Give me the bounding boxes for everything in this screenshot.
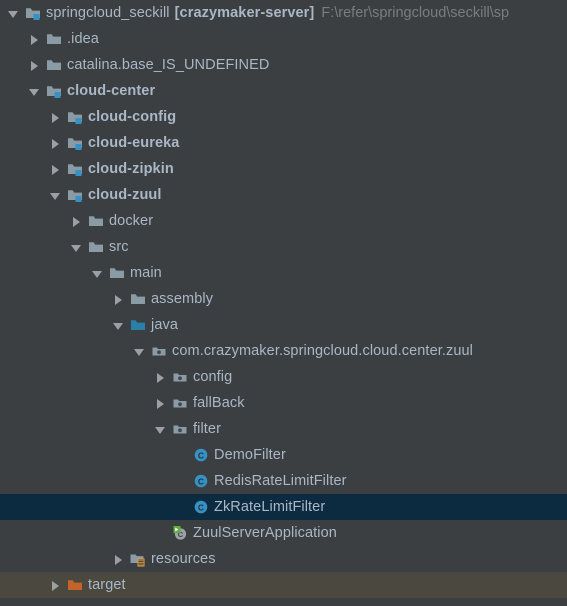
folder-icon [88, 213, 104, 229]
tree-row-label: RedisRateLimitFilter [214, 473, 347, 489]
module-folder-icon [67, 187, 83, 203]
tree-row[interactable]: C DemoFilter [0, 442, 567, 468]
tree-row[interactable]: cloud-eureka [0, 130, 567, 156]
tree-row-label: main [130, 265, 162, 281]
folder-icon [46, 57, 62, 73]
tree-row-label: filter [193, 421, 221, 437]
chevron-right-icon[interactable] [49, 163, 62, 176]
module-folder-icon [67, 135, 83, 151]
tree-row-label: cloud-config [88, 109, 177, 125]
module-folder-icon [46, 83, 62, 99]
tree-row-label: config [193, 369, 233, 385]
chevron-right-icon[interactable] [154, 371, 167, 384]
package-icon [151, 343, 167, 359]
folder-icon [88, 239, 104, 255]
chevron-down-icon[interactable] [70, 241, 83, 254]
chevron-down-icon[interactable] [133, 345, 146, 358]
package-icon [172, 395, 188, 411]
runnable-class-icon: C [172, 525, 188, 541]
tree-row-label: .idea [67, 31, 99, 47]
tree-row-label: java [151, 317, 178, 333]
chevron-right-icon[interactable] [154, 397, 167, 410]
chevron-right-icon[interactable] [70, 215, 83, 228]
folder-icon [109, 265, 125, 281]
tree-row-label: assembly [151, 291, 214, 307]
chevron-right-icon[interactable] [49, 111, 62, 124]
no-arrow-spacer [175, 449, 188, 462]
tree-row[interactable]: cloud-zipkin [0, 156, 567, 182]
tree-row-label: cloud-center [67, 83, 156, 99]
tree-row-label: cloud-eureka [88, 135, 180, 151]
tree-row-label: docker [109, 213, 154, 229]
tree-row[interactable]: com.crazymaker.springcloud.cloud.center.… [0, 338, 567, 364]
project-tree-panel[interactable]: springcloud_seckill [crazymaker-server] F:… [0, 0, 567, 606]
tree-row[interactable]: java [0, 312, 567, 338]
tree-row[interactable]: config [0, 364, 567, 390]
chevron-right-icon[interactable] [28, 33, 41, 46]
tree-row-label: DemoFilter [214, 447, 286, 463]
chevron-right-icon[interactable] [112, 553, 125, 566]
chevron-down-icon[interactable] [7, 7, 20, 20]
tree-row-label: catalina.base_IS_UNDEFINED [67, 57, 270, 73]
tree-row[interactable]: filter [0, 416, 567, 442]
svg-text:C: C [198, 502, 204, 512]
tree-row-label: com.crazymaker.springcloud.cloud.center.… [172, 343, 473, 359]
tree-row-label: cloud-zuul [88, 187, 162, 203]
svg-text:C: C [198, 476, 204, 486]
tree-row[interactable]: src [0, 234, 567, 260]
tree-row[interactable]: C ZkRateLimitFilter [0, 494, 567, 520]
tree-row[interactable]: catalina.base_IS_UNDEFINED [0, 52, 567, 78]
tree-row[interactable]: assembly [0, 286, 567, 312]
tree-row-label: springcloud_seckill [46, 5, 170, 21]
chevron-right-icon[interactable] [49, 137, 62, 150]
tree-row[interactable]: cloud-center [0, 78, 567, 104]
tree-row[interactable]: cloud-config [0, 104, 567, 130]
tree-row-label: resources [151, 551, 216, 567]
no-arrow-spacer [175, 475, 188, 488]
module-folder-icon [25, 5, 41, 21]
tree-row[interactable]: fallBack [0, 390, 567, 416]
chevron-right-icon[interactable] [112, 293, 125, 306]
chevron-down-icon[interactable] [28, 85, 41, 98]
chevron-right-icon[interactable] [28, 59, 41, 72]
source-root-folder-icon [130, 317, 146, 333]
package-icon [172, 369, 188, 385]
module-folder-icon [67, 161, 83, 177]
svg-text:C: C [198, 450, 204, 460]
chevron-right-icon[interactable] [49, 579, 62, 592]
project-module-tag: [crazymaker-server] [174, 5, 315, 21]
tree-row-label: fallBack [193, 395, 245, 411]
java-class-icon: C [193, 447, 209, 463]
tree-row[interactable]: cloud-zuul [0, 182, 567, 208]
tree-row-label: ZuulServerApplication [193, 525, 337, 541]
resources-folder-icon [130, 551, 146, 567]
chevron-down-icon[interactable] [91, 267, 104, 280]
chevron-down-icon[interactable] [112, 319, 125, 332]
java-class-icon: C [193, 473, 209, 489]
folder-icon [130, 291, 146, 307]
chevron-down-icon[interactable] [154, 423, 167, 436]
tree-row[interactable]: C RedisRateLimitFilter [0, 468, 567, 494]
tree-row[interactable]: docker [0, 208, 567, 234]
tree-row-label: cloud-zipkin [88, 161, 174, 177]
tree-row-label: ZkRateLimitFilter [214, 499, 326, 515]
tree-row[interactable]: resources [0, 546, 567, 572]
java-class-icon: C [193, 499, 209, 515]
chevron-down-icon[interactable] [49, 189, 62, 202]
tree-row[interactable]: C ZuulServerApplication [0, 520, 567, 546]
tree-row-label: src [109, 239, 129, 255]
tree-row[interactable]: target [0, 572, 567, 598]
folder-icon [46, 31, 62, 47]
project-path-label: F:\refer\springcloud\seckill\sp [321, 5, 510, 21]
excluded-folder-icon [67, 577, 83, 593]
tree-row[interactable]: main [0, 260, 567, 286]
package-icon [172, 421, 188, 437]
module-folder-icon [67, 109, 83, 125]
no-arrow-spacer [154, 527, 167, 540]
tree-row[interactable]: springcloud_seckill [crazymaker-server] F:… [0, 0, 567, 26]
no-arrow-spacer [175, 501, 188, 514]
tree-row[interactable]: .idea [0, 26, 567, 52]
tree-row-label: target [88, 577, 126, 593]
